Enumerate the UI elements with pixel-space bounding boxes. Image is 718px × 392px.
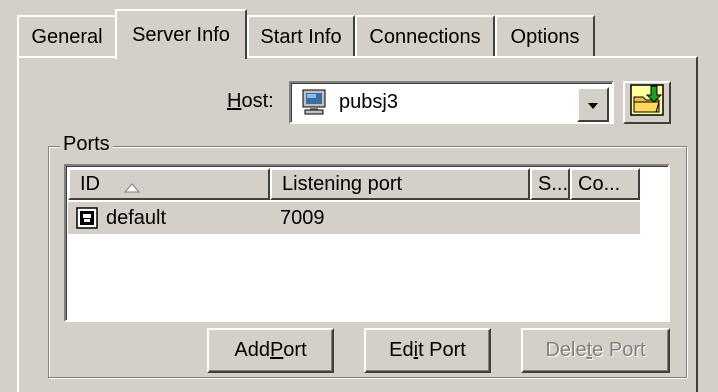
browse-host-button[interactable] (623, 81, 671, 124)
ports-group-label: Ports (60, 132, 113, 156)
column-header-s-label: S... (538, 172, 569, 195)
column-header-listening-port[interactable]: Listening port (270, 168, 530, 200)
tab-start-info-label: Start Info (260, 25, 342, 48)
tab-server-info[interactable]: Server Info (115, 9, 247, 59)
add-port-label-pre: Add (234, 339, 270, 361)
tab-server-info-label: Server Info (132, 23, 230, 46)
column-header-co-label: Co... (578, 172, 621, 195)
edit-port-label-pre: Ed (389, 339, 414, 361)
tab-connections-label: Connections (369, 25, 481, 48)
host-label-accesskey: H (227, 90, 242, 112)
edit-port-button[interactable]: Ed i t Port (364, 328, 491, 373)
delete-port-label-post: e Port (592, 339, 646, 361)
tab-general-label: General (31, 25, 103, 48)
delete-port-label-pre: Dele (545, 339, 587, 361)
tab-general[interactable]: General (17, 15, 117, 57)
port-icon (76, 202, 98, 234)
sort-ascending-icon (123, 176, 141, 198)
column-header-id[interactable]: ID (68, 168, 270, 200)
port-id-cell: default (106, 206, 167, 229)
host-dropdown-button[interactable] (577, 87, 609, 122)
tab-connections[interactable]: Connections (355, 15, 495, 57)
edit-port-label-post: t Port (418, 339, 466, 361)
tab-options-label: Options (510, 25, 580, 48)
host-label: Host: (227, 90, 274, 113)
folder-browse-icon (630, 83, 664, 122)
ports-listview[interactable]: ID Listening port S... Co... default 700… (64, 164, 670, 322)
tab-options[interactable]: Options (495, 15, 595, 57)
add-port-label-post: ort (283, 339, 307, 361)
column-header-listening-port-label: Listening port (282, 172, 403, 195)
column-header-id-label: ID (80, 172, 100, 195)
column-header-s[interactable]: S... (530, 168, 570, 200)
table-row[interactable]: default 7009 (68, 202, 640, 234)
host-combobox[interactable]: pubsj3 (289, 81, 614, 124)
tab-start-info[interactable]: Start Info (247, 15, 355, 57)
computer-icon (301, 89, 327, 121)
listening-port-cell: 7009 (280, 206, 325, 229)
host-value: pubsj3 (339, 91, 398, 113)
column-header-co[interactable]: Co... (570, 168, 640, 200)
add-port-button[interactable]: Add Port (207, 328, 334, 373)
add-port-accesskey: P (269, 339, 284, 361)
delete-port-button[interactable]: Dele t e Port (521, 328, 670, 373)
chevron-down-icon (587, 93, 599, 116)
host-label-text: ost: (241, 90, 274, 112)
